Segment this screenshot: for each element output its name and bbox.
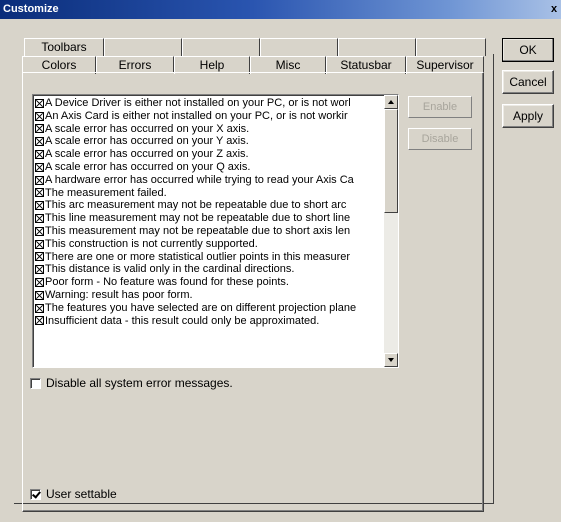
list-item[interactable]: The features you have selected are on di… — [35, 302, 385, 315]
list-item[interactable]: There are one or more statistical outlie… — [35, 251, 385, 264]
tab-back-2[interactable] — [104, 38, 182, 56]
list-item[interactable]: A scale error has occurred on your X axi… — [35, 123, 385, 136]
checkbox-x-icon — [35, 175, 44, 185]
tab-errors[interactable]: Errors — [96, 56, 174, 73]
list-item-label: This distance is valid only in the cardi… — [45, 263, 295, 276]
list-item[interactable]: A scale error has occurred on your Z axi… — [35, 148, 385, 161]
checkbox-x-icon — [35, 98, 44, 108]
user-settable-row[interactable]: User settable — [30, 487, 117, 501]
list-item-label: This line measurement may not be repeata… — [45, 212, 351, 225]
checkbox-x-icon — [35, 265, 44, 275]
checkbox-x-icon — [35, 111, 44, 121]
disable-all-checkbox[interactable] — [30, 377, 41, 389]
scroll-down-button[interactable] — [384, 353, 398, 367]
list-item-label: This arc measurement may not be repeatab… — [45, 199, 347, 212]
disable-all-row[interactable]: Disable all system error messages. — [30, 376, 233, 390]
enable-button[interactable]: Enable — [408, 96, 472, 118]
list-item[interactable]: An Axis Card is either not installed on … — [35, 110, 385, 123]
close-icon[interactable]: x — [549, 0, 559, 19]
cancel-button[interactable]: Cancel — [502, 70, 554, 94]
list-item-label: This measurement may not be repeatable d… — [45, 224, 351, 237]
list-item[interactable]: This construction is not currently suppo… — [35, 238, 385, 251]
list-item[interactable]: This distance is valid only in the cardi… — [35, 263, 385, 276]
checkbox-x-icon — [35, 124, 44, 134]
checkbox-x-icon — [35, 303, 44, 313]
list-item-label: A scale error has occurred on your Z axi… — [45, 148, 249, 161]
tab-back-3[interactable] — [182, 38, 260, 56]
error-list-items: A Device Driver is either not installed … — [35, 97, 385, 327]
scroll-up-button[interactable] — [384, 95, 398, 109]
list-item[interactable]: The measurement failed. — [35, 187, 385, 200]
list-item[interactable]: A hardware error has occurred while tryi… — [35, 174, 385, 187]
list-item-label: There are one or more statistical outlie… — [45, 250, 351, 263]
scroll-thumb[interactable] — [384, 109, 398, 213]
ok-button[interactable]: OK — [502, 38, 554, 62]
list-item-label: A hardware error has occurred while tryi… — [45, 173, 354, 186]
apply-button[interactable]: Apply — [502, 104, 554, 128]
list-item[interactable]: This measurement may not be repeatable d… — [35, 225, 385, 238]
checkbox-x-icon — [35, 226, 44, 236]
list-item[interactable]: A scale error has occurred on your Y axi… — [35, 135, 385, 148]
list-item[interactable]: A scale error has occurred on your Q axi… — [35, 161, 385, 174]
checkbox-x-icon — [35, 201, 44, 211]
list-item-label: Poor form - No feature was found for the… — [45, 276, 289, 289]
error-messages-list[interactable]: A Device Driver is either not installed … — [32, 94, 399, 368]
list-item-label: An Axis Card is either not installed on … — [45, 109, 348, 122]
tab-back-4[interactable] — [260, 38, 338, 56]
list-item-label: The features you have selected are on di… — [45, 301, 357, 314]
checkbox-x-icon — [35, 239, 44, 249]
list-item-label: This construction is not currently suppo… — [45, 237, 258, 250]
user-settable-checkbox[interactable] — [30, 488, 41, 500]
disable-button[interactable]: Disable — [408, 128, 472, 150]
list-item-label: A scale error has occurred on your Y axi… — [45, 135, 249, 148]
list-item[interactable]: This line measurement may not be repeata… — [35, 212, 385, 225]
checkbox-x-icon — [35, 290, 44, 300]
tab-toolbars[interactable]: Toolbars — [24, 38, 104, 56]
list-item[interactable]: Insufficient data - this result could on… — [35, 315, 385, 328]
arrow-up-icon — [388, 100, 394, 104]
checkbox-x-icon — [35, 214, 44, 224]
list-item[interactable]: Warning: result has poor form. — [35, 289, 385, 302]
list-item-label: Insufficient data - this result could on… — [45, 314, 320, 327]
title-bar: Customize x — [0, 0, 561, 19]
list-item-label: A scale error has occurred on your X axi… — [45, 122, 250, 135]
user-settable-label: User settable — [46, 487, 117, 501]
list-item[interactable]: A Device Driver is either not installed … — [35, 97, 385, 110]
checkbox-x-icon — [35, 188, 44, 198]
checkbox-x-icon — [35, 162, 44, 172]
list-item-label: A Device Driver is either not installed … — [45, 97, 351, 109]
tab-back-6[interactable] — [416, 38, 486, 56]
checkbox-x-icon — [35, 316, 44, 326]
list-item[interactable]: This arc measurement may not be repeatab… — [35, 199, 385, 212]
checkbox-x-icon — [35, 252, 44, 262]
window-title: Customize — [3, 3, 59, 15]
checkbox-x-icon — [35, 278, 44, 288]
disable-all-label: Disable all system error messages. — [46, 376, 233, 390]
checkbox-x-icon — [35, 150, 44, 160]
list-scrollbar[interactable] — [384, 95, 398, 367]
list-item[interactable]: Poor form - No feature was found for the… — [35, 276, 385, 289]
list-item-label: A scale error has occurred on your Q axi… — [45, 160, 251, 173]
list-item-label: Warning: result has poor form. — [45, 288, 193, 301]
list-item-label: The measurement failed. — [45, 186, 167, 199]
checkbox-x-icon — [35, 137, 44, 147]
arrow-down-icon — [388, 358, 394, 362]
tab-back-5[interactable] — [338, 38, 416, 56]
